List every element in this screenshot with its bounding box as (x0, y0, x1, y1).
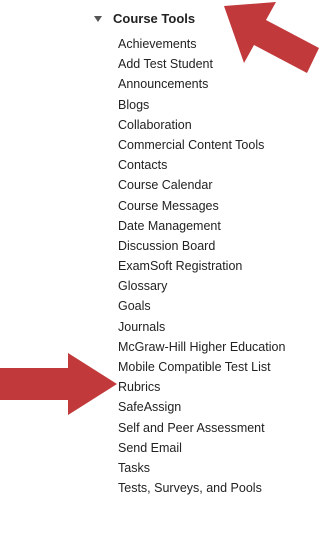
menu-item-safeassign[interactable]: SafeAssign (118, 397, 285, 417)
menu-item-blogs[interactable]: Blogs (118, 95, 285, 115)
menu-item-mobile-compatible-test-list[interactable]: Mobile Compatible Test List (118, 357, 285, 377)
menu-item-discussion-board[interactable]: Discussion Board (118, 236, 285, 256)
menu-item-examsoft-registration[interactable]: ExamSoft Registration (118, 256, 285, 276)
menu-item-rubrics[interactable]: Rubrics (118, 377, 285, 397)
course-tools-header[interactable]: Course Tools (94, 8, 195, 28)
menu-item-date-management[interactable]: Date Management (118, 216, 285, 236)
menu-item-goals[interactable]: Goals (118, 296, 285, 316)
menu-item-mcgraw-hill-higher-education[interactable]: McGraw-Hill Higher Education (118, 337, 285, 357)
course-tools-menu: Course Tools Achievements Add Test Stude… (0, 0, 320, 540)
caret-down-icon (94, 15, 102, 22)
course-tools-list: Achievements Add Test Student Announceme… (118, 34, 285, 498)
menu-item-achievements[interactable]: Achievements (118, 34, 285, 54)
menu-item-commercial-content-tools[interactable]: Commercial Content Tools (118, 135, 285, 155)
menu-item-course-calendar[interactable]: Course Calendar (118, 175, 285, 195)
menu-item-self-and-peer-assessment[interactable]: Self and Peer Assessment (118, 418, 285, 438)
menu-item-tests-surveys-pools[interactable]: Tests, Surveys, and Pools (118, 478, 285, 498)
menu-item-collaboration[interactable]: Collaboration (118, 115, 285, 135)
menu-item-tasks[interactable]: Tasks (118, 458, 285, 478)
menu-item-journals[interactable]: Journals (118, 317, 285, 337)
menu-item-glossary[interactable]: Glossary (118, 276, 285, 296)
menu-item-contacts[interactable]: Contacts (118, 155, 285, 175)
menu-item-add-test-student[interactable]: Add Test Student (118, 54, 285, 74)
section-title: Course Tools (113, 10, 196, 26)
menu-item-course-messages[interactable]: Course Messages (118, 196, 285, 216)
menu-item-announcements[interactable]: Announcements (118, 74, 285, 94)
menu-item-send-email[interactable]: Send Email (118, 438, 285, 458)
